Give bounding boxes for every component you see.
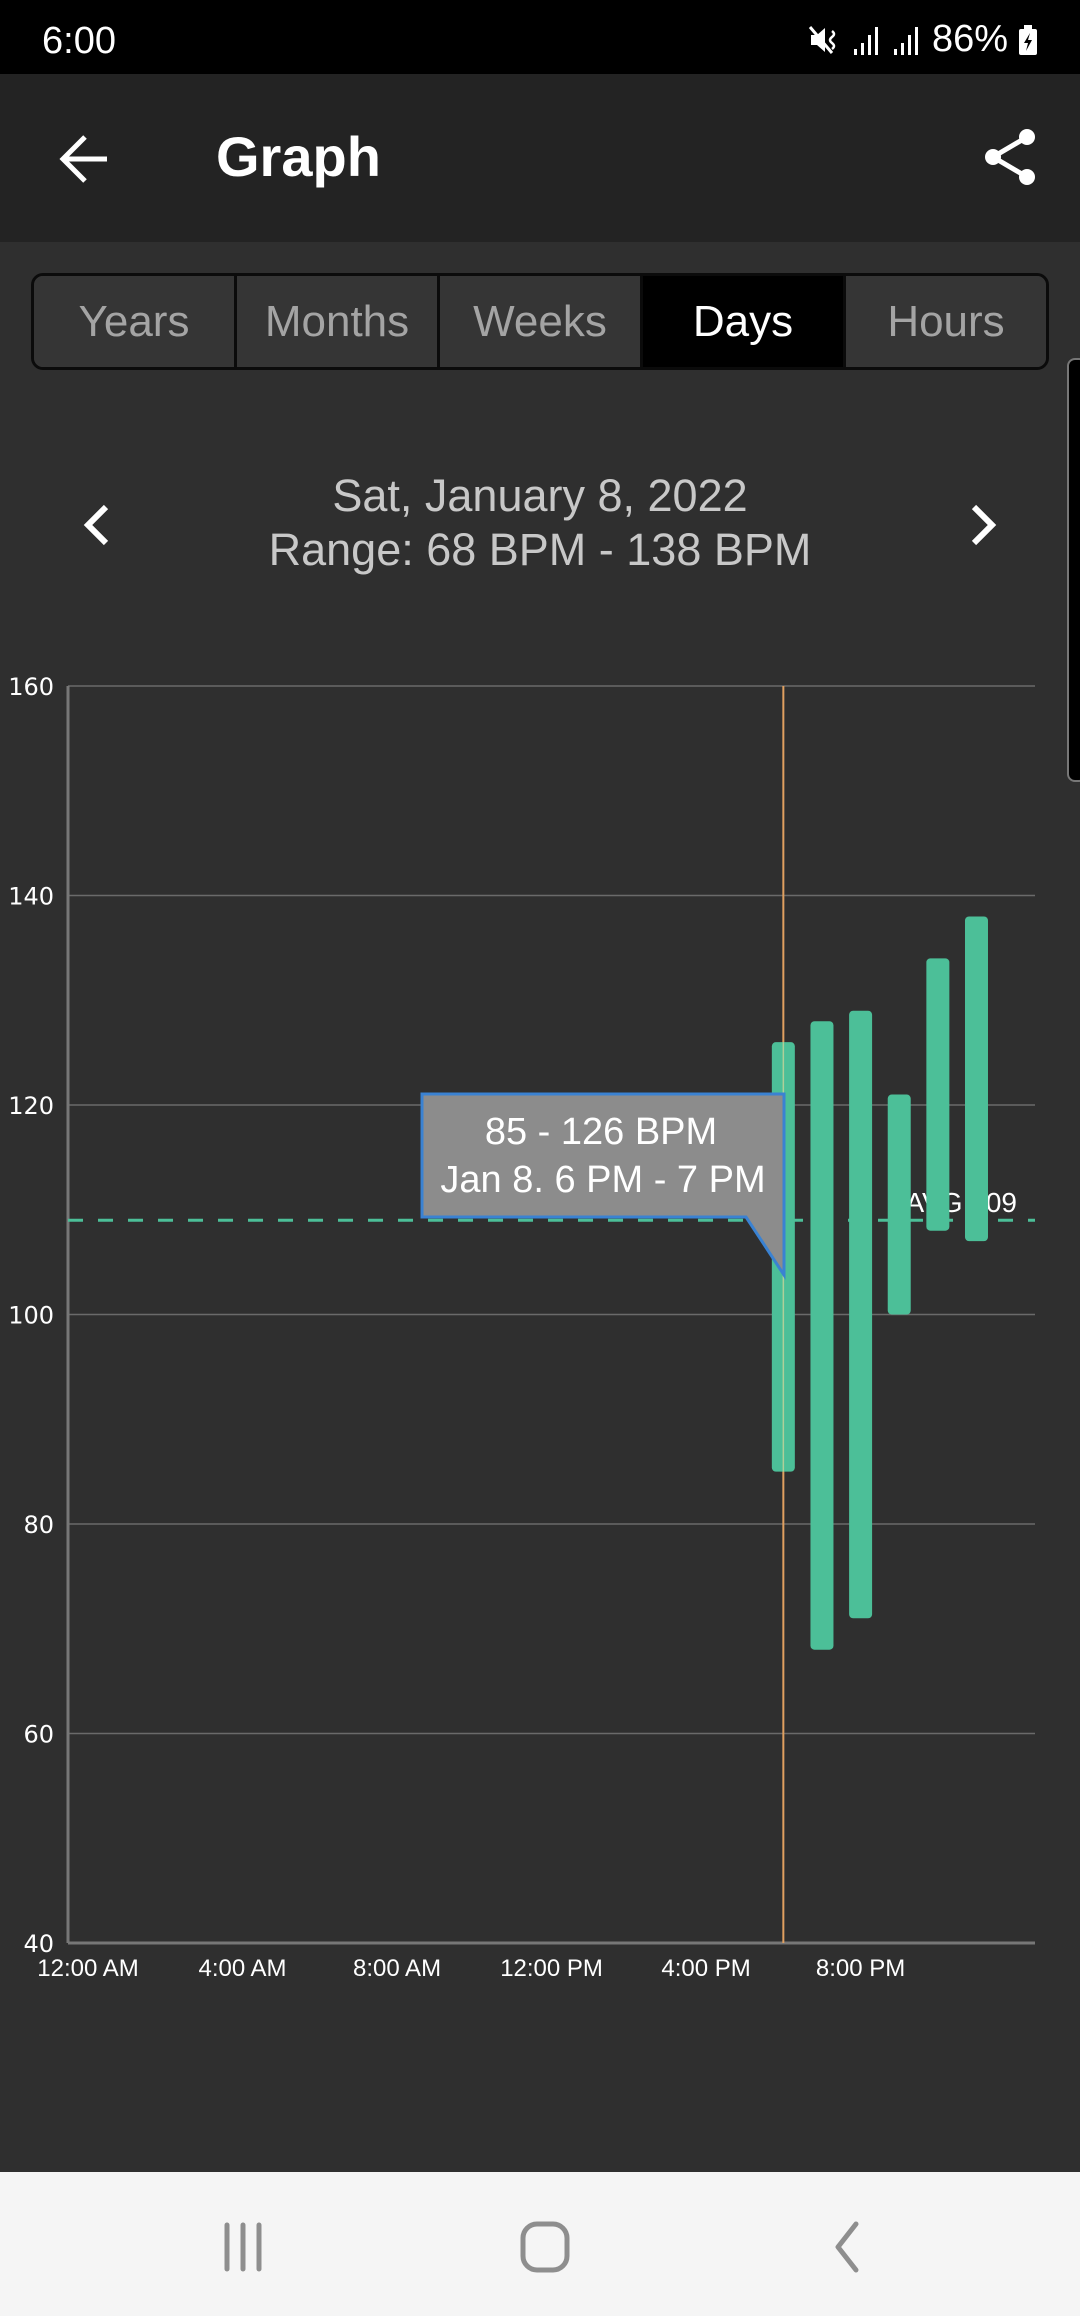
x-tick-label: 4:00 PM: [661, 1955, 750, 1982]
recent-apps-icon: [224, 2222, 262, 2272]
date-title: Sat, January 8, 2022: [332, 470, 748, 521]
back-button[interactable]: [50, 124, 120, 194]
signal-icon: [852, 23, 882, 57]
range-bar[interactable]: [964, 916, 988, 1242]
x-tick-label: 4:00 AM: [198, 1955, 286, 1982]
chevron-right-icon: [971, 504, 997, 546]
status-time: 6:00: [42, 20, 116, 62]
signal-icon: [892, 23, 922, 57]
recent-apps-button[interactable]: [204, 2212, 284, 2282]
next-day-button[interactable]: [948, 490, 1018, 560]
page-title: Graph: [216, 125, 381, 188]
y-tick-label: 80: [23, 1511, 54, 1539]
range-bar[interactable]: [810, 1021, 834, 1650]
tab-months[interactable]: Months: [237, 276, 440, 367]
y-tick-label: 120: [8, 1092, 54, 1120]
x-tick-label: 8:00 PM: [816, 1955, 905, 1982]
app-bar: Graph: [0, 74, 1080, 242]
y-tick-label: 160: [8, 673, 54, 701]
arrow-left-icon: [59, 135, 107, 183]
tooltip-time: Jan 8. 6 PM - 7 PM: [440, 1159, 765, 1201]
home-icon: [520, 2221, 570, 2273]
tab-years[interactable]: Years: [34, 276, 237, 367]
status-bar: 6:00 86%: [0, 0, 1080, 74]
y-tick-label: 100: [8, 1302, 54, 1330]
period-selector: Years Months Weeks Days Hours: [31, 273, 1049, 370]
share-button[interactable]: [976, 122, 1046, 192]
battery-percent: 86%: [931, 18, 1008, 60]
range-bar[interactable]: [849, 1010, 873, 1619]
system-back-button[interactable]: [806, 2212, 886, 2282]
system-nav-bar: [0, 2172, 1080, 2316]
battery-charging-icon: [1018, 23, 1038, 57]
share-icon: [985, 129, 1035, 185]
x-tick-label: 12:00 AM: [37, 1955, 138, 1982]
y-tick-label: 40: [23, 1930, 54, 1958]
range-bar[interactable]: [926, 958, 950, 1231]
date-navigator: Sat, January 8, 2022 Range: 68 BPM - 138…: [0, 460, 1080, 590]
tab-days[interactable]: Days: [643, 276, 846, 367]
x-tick-label: 12:00 PM: [500, 1955, 603, 1982]
heart-rate-chart[interactable]: 40 60 80 100 120 140 160 12:00 AM 4:00 AM 8:00 AM…: [0, 640, 1080, 2000]
tooltip-value: 85 - 126 BPM: [485, 1111, 717, 1153]
range-bar[interactable]: [887, 1094, 911, 1315]
status-icons: 86%: [808, 18, 1038, 61]
home-button[interactable]: [505, 2212, 585, 2282]
tab-weeks[interactable]: Weeks: [440, 276, 643, 367]
tab-hours[interactable]: Hours: [846, 276, 1046, 367]
x-tick-label: 8:00 AM: [353, 1955, 441, 1982]
y-tick-label: 60: [23, 1721, 54, 1749]
y-tick-label: 140: [8, 883, 54, 911]
mute-vibrate-icon: [808, 23, 842, 57]
average-label: AVG 109: [905, 1187, 1017, 1218]
date-range: Range: 68 BPM - 138 BPM: [268, 524, 812, 575]
back-icon: [835, 2221, 859, 2273]
